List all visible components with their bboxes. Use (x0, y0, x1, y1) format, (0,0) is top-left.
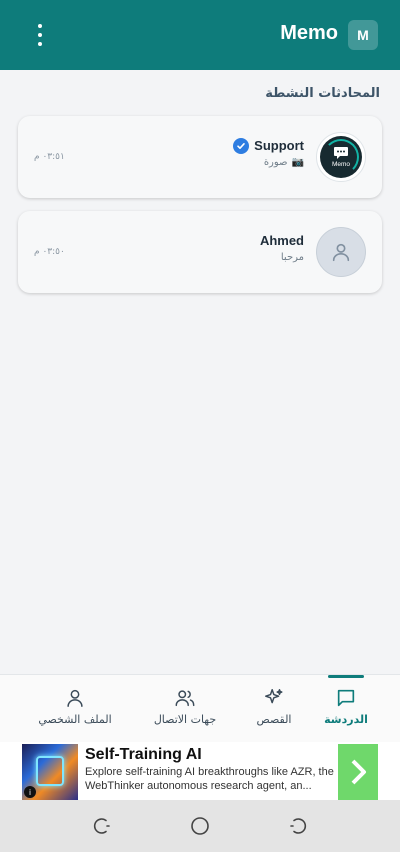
user-icon (67, 689, 83, 707)
tab-stories-label: القصص (256, 713, 292, 726)
tab-contacts[interactable]: جهات الاتصال (132, 675, 238, 743)
app-header: Memo M (0, 0, 400, 70)
camera-icon: 📷 (291, 157, 304, 168)
chat-item-ahmed[interactable]: Ahmed مرحبا ٠٣:٥٠ م (18, 211, 382, 293)
tab-stories[interactable]: القصص (236, 675, 312, 743)
tab-chat[interactable]: الدردشة (308, 675, 384, 743)
verified-badge-icon (233, 138, 249, 154)
app-title: Memo (280, 22, 338, 44)
tab-contacts-label: جهات الاتصال (153, 713, 217, 726)
chat-time: ٠٣:٥٠ م (34, 247, 65, 257)
chat-name: Ahmed (259, 233, 304, 248)
tab-profile[interactable]: الملف الشخصي (18, 675, 132, 743)
ad-image[interactable]: i (22, 744, 78, 800)
chat-item-support[interactable]: Memo Support 📷 صورة ٠٣:٥١ م (18, 116, 382, 198)
user-avatar[interactable]: M (348, 20, 378, 50)
section-title: المحادثات النشطة (265, 86, 380, 101)
sparkles-icon (265, 689, 283, 704)
more-menu-icon[interactable] (28, 22, 52, 48)
chat-last-message: مرحبا (281, 252, 304, 263)
chat-last-message-text: صورة (263, 157, 288, 168)
recent-apps-icon[interactable] (92, 816, 112, 836)
chat-time: ٠٣:٥١ م (34, 152, 65, 162)
tab-profile-label: الملف الشخصي (38, 713, 112, 726)
memo-logo-icon: Memo (316, 132, 366, 182)
chat-bubble-icon (337, 689, 355, 707)
system-nav-bar (0, 800, 400, 852)
active-tab-indicator (328, 675, 364, 678)
tab-chat-label: الدردشة (324, 713, 368, 726)
person-icon (316, 227, 366, 277)
bottom-nav: الدردشة القصص جهات الاتصال الملف الشخصي (0, 674, 400, 742)
users-icon (175, 690, 195, 707)
chat-name: Support (254, 138, 304, 153)
ad-banner[interactable]: i Self-Training AI Explore self-training… (0, 742, 400, 800)
ad-info-icon[interactable]: i (24, 786, 36, 798)
memo-logo-text: Memo (331, 161, 351, 168)
ad-title[interactable]: Self-Training AI (85, 746, 202, 764)
chevron-right-icon[interactable] (338, 744, 378, 800)
chat-last-message: 📷 صورة (264, 157, 304, 168)
chat-list-screen: المحادثات النشطة Memo Support 📷 صورة ٠٣:… (0, 70, 400, 674)
home-icon[interactable] (190, 816, 210, 836)
chat-last-message-text: مرحبا (280, 252, 304, 263)
ad-description[interactable]: Explore self-training AI breakthroughs l… (85, 765, 335, 793)
back-icon[interactable] (288, 816, 308, 836)
